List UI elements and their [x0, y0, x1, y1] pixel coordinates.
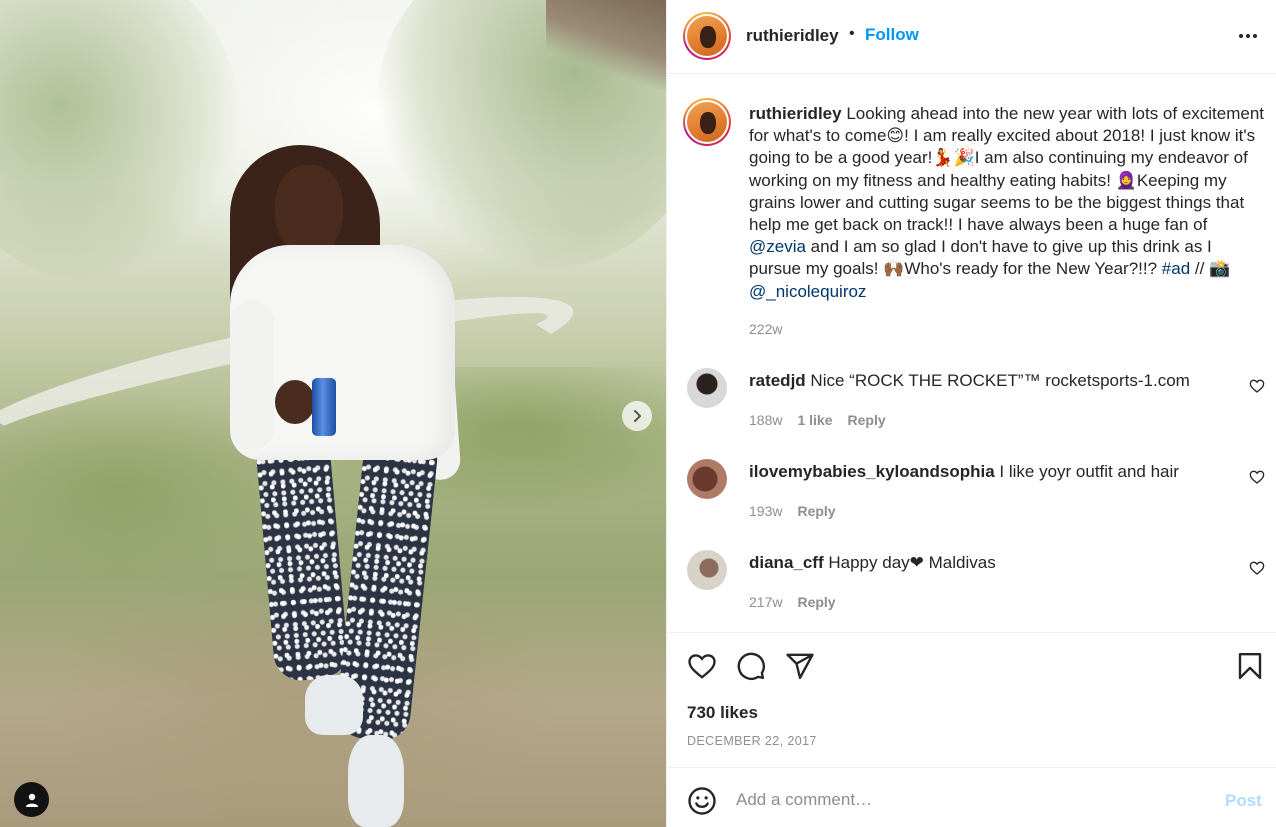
comment-likes[interactable]: 1 like	[797, 412, 832, 428]
tree-trunk	[546, 0, 666, 90]
avatar-image	[687, 16, 727, 56]
comment-text: ilovemybabies_kyloandsophia I like yoyr …	[749, 462, 1219, 482]
caption-timestamp[interactable]: 222w	[749, 321, 782, 337]
caption-text-2: and I am so glad I don't have to give up…	[749, 237, 1212, 279]
hand	[275, 380, 315, 424]
comment-body: Happy day❤ Maldivas	[828, 553, 996, 572]
paper-plane-icon[interactable]	[785, 651, 815, 681]
post-date[interactable]: December 22, 2017	[687, 734, 817, 748]
commenter-username[interactable]: diana_cff	[749, 553, 824, 572]
commenter-avatar[interactable]	[687, 550, 727, 590]
commenter-avatar[interactable]	[687, 459, 727, 499]
comment-body: I like yoyr outfit and hair	[999, 462, 1179, 481]
comment-time[interactable]: 193w	[749, 503, 782, 519]
left-shoe	[305, 675, 363, 735]
heart-icon[interactable]	[1249, 378, 1265, 394]
post-caption: ruthieridley Looking ahead into the new …	[749, 103, 1267, 303]
caption-author-avatar[interactable]	[683, 98, 731, 146]
author-avatar[interactable]	[683, 12, 731, 60]
smiley-icon[interactable]	[687, 786, 717, 816]
caption-text-1: Looking ahead into the new year with lot…	[749, 104, 1265, 235]
comment-input[interactable]	[736, 783, 1206, 817]
comment-meta: 193w Reply	[749, 503, 836, 519]
add-comment-bar: Post	[667, 767, 1276, 827]
post-sidebar: ruthieridley • Follow ruthieridley Looki…	[666, 0, 1276, 827]
mention-link[interactable]: @zevia	[749, 237, 806, 256]
user-tag-icon	[25, 793, 38, 807]
comment-icon[interactable]	[736, 651, 766, 681]
caption-username[interactable]: ruthieridley	[749, 104, 842, 123]
woman-walking	[220, 140, 470, 827]
comment-text: ratedjd Nice “ROCK THE ROCKET”™ rocketsp…	[749, 371, 1219, 391]
reply-button[interactable]: Reply	[848, 412, 886, 428]
comment-meta: 188w 1 like Reply	[749, 412, 886, 428]
commenter-username[interactable]: ilovemybabies_kyloandsophia	[749, 462, 995, 481]
reply-button[interactable]: Reply	[797, 503, 835, 519]
author-username[interactable]: ruthieridley	[746, 26, 839, 46]
comment-item: ratedjd Nice “ROCK THE ROCKET”™ rocketsp…	[667, 368, 1276, 448]
comment-meta: 217w Reply	[749, 594, 836, 610]
heart-icon[interactable]	[687, 651, 717, 681]
left-leg	[254, 427, 350, 683]
post-header: ruthieridley • Follow	[667, 0, 1276, 74]
heart-icon[interactable]	[1249, 560, 1265, 576]
avatar-image	[687, 102, 727, 142]
reply-button[interactable]: Reply	[797, 594, 835, 610]
likes-count[interactable]: 730 likes	[687, 703, 758, 723]
face	[275, 165, 343, 253]
action-bar: 730 likes December 22, 2017	[667, 632, 1276, 767]
comment-time[interactable]: 188w	[749, 412, 782, 428]
comment-text: diana_cff Happy day❤ Maldivas	[749, 553, 1219, 573]
user-tags-button[interactable]	[14, 782, 49, 817]
soda-can	[312, 378, 336, 436]
next-photo-button[interactable]	[622, 401, 652, 431]
bookmark-icon[interactable]	[1235, 651, 1265, 681]
heart-icon[interactable]	[1249, 469, 1265, 485]
mention-link[interactable]: @_nicolequiroz	[749, 282, 866, 301]
comment-item: diana_cff Happy day❤ Maldivas 217w Reply	[667, 550, 1276, 630]
chevron-right-icon	[634, 410, 641, 422]
follow-button[interactable]: Follow	[865, 25, 919, 45]
commenter-avatar[interactable]	[687, 368, 727, 408]
more-options-icon[interactable]	[1235, 26, 1261, 46]
post-photo[interactable]	[0, 0, 666, 827]
comment-body: Nice “ROCK THE ROCKET”™ rocketsports-1.c…	[810, 371, 1190, 390]
post-comment-button[interactable]: Post	[1225, 791, 1262, 811]
right-shoe	[348, 735, 404, 827]
commenter-username[interactable]: ratedjd	[749, 371, 806, 390]
caption-text-3: // 📸	[1190, 259, 1231, 279]
tree-foliage-left	[0, 0, 240, 280]
comment-time[interactable]: 217w	[749, 594, 782, 610]
separator-dot: •	[849, 25, 855, 42]
hashtag-link[interactable]: #ad	[1162, 259, 1190, 278]
comment-item: ilovemybabies_kyloandsophia I like yoyr …	[667, 459, 1276, 539]
left-arm	[230, 300, 274, 450]
